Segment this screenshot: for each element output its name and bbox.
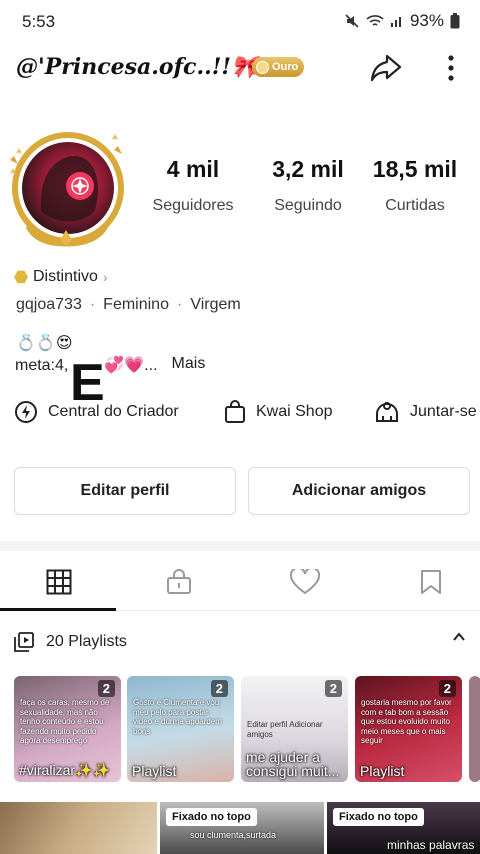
playlist-note: gostaria mesmo por favor com e tab bom a… — [361, 698, 452, 746]
wifi-icon — [366, 14, 384, 28]
active-tab-indicator — [0, 608, 116, 611]
quick-links: Central do Criador Kwai Shop Juntar-se — [14, 398, 480, 430]
tier-badge[interactable]: Ouro — [252, 57, 305, 77]
profile-header: @'Princesa.ofc..!!🎀💤 Ouro — [0, 48, 480, 88]
group-icon — [376, 402, 398, 422]
video-tile[interactable]: Fixado no topo minhas palavras — [327, 802, 480, 854]
gender: Feminino — [103, 296, 169, 313]
stat-value: 18,5 mil — [372, 156, 458, 182]
bookmark-icon — [421, 570, 441, 594]
tab-saved[interactable] — [372, 553, 480, 611]
playlist-card-partial[interactable] — [469, 676, 480, 782]
status-time: 5:53 — [22, 12, 56, 31]
hexagon-badge-icon — [14, 270, 28, 284]
share-button[interactable] — [368, 50, 404, 86]
video-caption: minhas palavras — [387, 838, 475, 852]
video-tile[interactable] — [0, 802, 157, 854]
heart-icon — [290, 569, 320, 595]
grid-icon — [46, 569, 72, 595]
playlist-video-count: 2 — [438, 680, 456, 697]
creator-center-link[interactable]: Central do Criador — [14, 400, 179, 424]
playlist-note: Editar perfil Adicionar amigos — [247, 720, 323, 739]
battery-icon — [450, 13, 460, 29]
more-vertical-icon — [448, 55, 454, 81]
bolt-icon — [15, 401, 37, 423]
playlist-caption: me ajuder a consigui muit... — [246, 748, 340, 780]
video-grid: Fixado no topo sou clumenta,surtada Fixa… — [0, 802, 480, 854]
playlist-caption: Playlist — [132, 763, 177, 779]
username: @'Princesa.ofc..!!🎀💤 — [16, 54, 286, 80]
signal-icon — [390, 14, 404, 28]
playlist-thumbnail — [469, 676, 480, 782]
chevron-right-icon: › — [102, 269, 108, 285]
playlist-card[interactable]: gostaria mesmo por favor com e tab bom a… — [355, 676, 462, 782]
add-friends-button[interactable]: Adicionar amigos — [248, 467, 470, 515]
playlists-count-label: 20 Playlists — [46, 633, 127, 650]
playlist-card[interactable]: faça os caras, mesmo de sexualidade, mas… — [14, 676, 121, 782]
stat-label: Curtidas — [385, 197, 445, 214]
handle: gqjoa733 — [16, 296, 82, 313]
more-options-button[interactable] — [436, 50, 466, 86]
kwai-shop-link[interactable]: Kwai Shop — [224, 400, 333, 424]
creator-center-label: Central do Criador — [48, 403, 179, 420]
bio: meta:4, 💞💗... Mais — [15, 355, 205, 375]
content-tabs — [0, 553, 480, 611]
shopping-bag-icon — [225, 400, 245, 423]
stat-likes[interactable]: 18,5 mil Curtidas — [360, 156, 470, 215]
avatar[interactable] — [6, 126, 128, 250]
playlist-thumbnails: faça os caras, mesmo de sexualidade, mas… — [14, 676, 480, 782]
playlist-video-count: 2 — [210, 680, 228, 697]
distintivo-link[interactable]: Distintivo › — [14, 268, 108, 286]
section-divider — [0, 541, 480, 551]
video-thumbnail — [0, 802, 157, 854]
playlist-card[interactable]: Editar perfil Adicionar amigos 2 me ajud… — [241, 676, 348, 782]
pinned-tag: Fixado no topo — [333, 808, 424, 826]
mute-icon — [344, 13, 360, 29]
playlist-icon — [14, 632, 34, 652]
join-group-label: Juntar-se — [410, 403, 477, 420]
playlist-caption: #viralizar✨✨ — [19, 762, 110, 778]
stat-label: Seguidores — [152, 197, 234, 214]
distintivo-label: Distintivo — [33, 268, 98, 285]
edit-profile-button[interactable]: Editar perfil — [14, 467, 236, 515]
bio-emojis: 💍💍😍 — [16, 335, 73, 352]
join-group-link[interactable]: Juntar-se — [374, 400, 477, 424]
playlists-header[interactable]: 20 Playlists — [14, 628, 466, 656]
tab-liked[interactable] — [246, 553, 364, 611]
stat-value: 4 mil — [166, 156, 220, 182]
lock-icon — [167, 569, 191, 594]
zodiac-sign: Virgem — [190, 296, 241, 313]
playlist-note: Gosto e Clumenta e vou meu pelo para pos… — [133, 698, 222, 736]
playlist-caption: Playlist — [360, 763, 405, 779]
chevron-up-icon[interactable] — [452, 630, 466, 644]
stat-label: Seguindo — [274, 197, 342, 214]
kwai-shop-label: Kwai Shop — [256, 403, 333, 420]
tier-badge-label: Ouro — [272, 61, 299, 73]
tab-private[interactable] — [120, 553, 238, 611]
profile-info: gqjoa733 · Feminino · Virgem — [16, 296, 241, 313]
status-icons: 93% — [344, 11, 460, 31]
stat-followers[interactable]: 4 mil Seguidores — [138, 156, 248, 215]
stat-value: 3,2 mil — [272, 156, 344, 182]
battery-percent: 93% — [409, 11, 444, 30]
pinned-tag: Fixado no topo — [166, 808, 257, 826]
coin-icon — [256, 60, 269, 74]
laurel-frame-icon — [10, 134, 122, 247]
video-tile[interactable]: Fixado no topo sou clumenta,surtada — [160, 802, 324, 854]
video-caption: sou clumenta,surtada — [190, 830, 277, 840]
playlist-note: faça os caras, mesmo de sexualidade, mas… — [20, 698, 110, 746]
status-bar: 5:53 93% — [0, 0, 480, 44]
playlist-video-count: 2 — [324, 680, 342, 697]
playlist-card[interactable]: Gosto e Clumenta e vou meu pelo para pos… — [127, 676, 234, 782]
playlist-video-count: 2 — [97, 680, 115, 697]
stat-following[interactable]: 3,2 mil Seguindo — [253, 156, 363, 215]
bio-more-link[interactable]: Mais — [172, 355, 206, 375]
tab-posts[interactable] — [0, 553, 118, 611]
share-arrow-icon — [370, 54, 402, 82]
